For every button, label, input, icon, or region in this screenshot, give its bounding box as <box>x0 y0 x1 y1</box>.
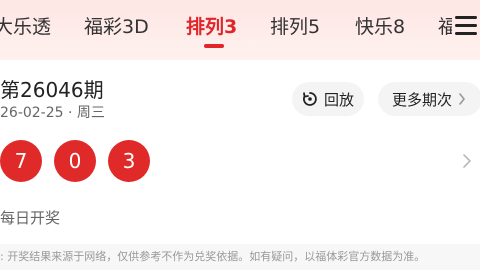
chevron-right-icon[interactable] <box>462 154 472 168</box>
tab-fucai-3d[interactable]: 福彩3D <box>84 14 149 40</box>
replay-label: 回放 <box>324 90 355 109</box>
menu-icon[interactable] <box>455 16 477 36</box>
more-issues-button[interactable]: 更多期次 <box>378 82 480 116</box>
replay-icon <box>303 92 317 106</box>
chevron-right-icon <box>459 93 465 105</box>
lottery-tab-bar: 大乐透 福彩3D 排列3 排列5 快乐8 福 <box>0 0 480 60</box>
more-issues-label: 更多期次 <box>392 90 453 109</box>
tab-pailie-3[interactable]: 排列3 <box>186 14 237 40</box>
issue-number: 第26046期 <box>0 78 104 102</box>
draw-number-ball: 3 <box>108 140 150 182</box>
draw-number-ball: 7 <box>0 140 42 182</box>
tab-pailie-5[interactable]: 排列5 <box>270 14 320 40</box>
draw-number-ball: 0 <box>54 140 96 182</box>
tab-daletou[interactable]: 大乐透 <box>0 14 51 40</box>
section-label: 每日开奖 <box>0 209 61 227</box>
active-tab-indicator <box>204 44 224 48</box>
replay-button[interactable]: 回放 <box>292 82 364 116</box>
tab-kuaile-8[interactable]: 快乐8 <box>355 14 405 40</box>
draw-date: 26-02-25 · 周三 <box>0 105 105 121</box>
tab-partial[interactable]: 福 <box>438 14 452 40</box>
disclaimer-text: : 开奖结果来源于网络，仅供参考不作为兑奖依据。如有疑问，以福体彩官方数据为准。 <box>0 244 480 270</box>
